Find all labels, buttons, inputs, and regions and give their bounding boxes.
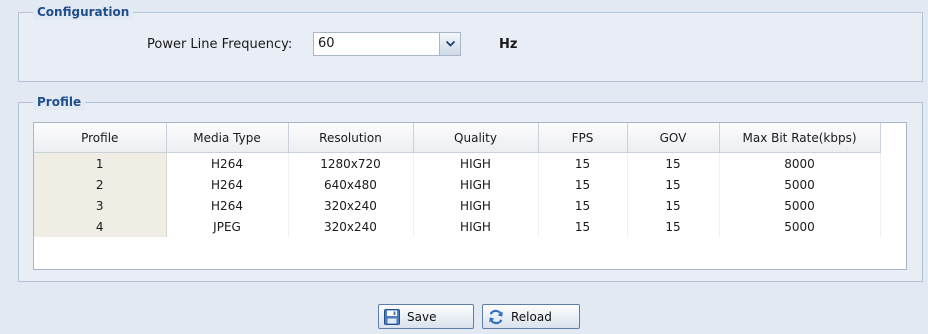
table-header-row: Profile Media Type Resolution Quality FP… [34, 123, 881, 153]
cell-gov: 15 [627, 152, 720, 174]
save-button-label: Save [407, 309, 437, 324]
cell-fps: 15 [538, 152, 628, 174]
cell-fps: 15 [538, 216, 628, 237]
reload-button[interactable]: Reload [482, 304, 580, 329]
table-row[interactable]: 1 H264 1280x720 HIGH 15 15 8000 [34, 152, 881, 174]
save-button[interactable]: Save [378, 304, 474, 329]
power-line-frequency-select[interactable]: 60 [313, 32, 461, 56]
frequency-unit: Hz [499, 37, 518, 52]
power-line-frequency-value: 60 [318, 36, 335, 51]
column-header-media-type[interactable]: Media Type [166, 123, 289, 153]
cell-profile: 3 [34, 195, 167, 216]
cell-media-type: H264 [166, 174, 289, 195]
configuration-legend: Configuration [33, 4, 134, 20]
cell-profile: 4 [34, 216, 167, 237]
cell-resolution: 320x240 [288, 216, 414, 237]
table-row[interactable]: 4 JPEG 320x240 HIGH 15 15 5000 [34, 216, 881, 237]
floppy-disk-icon [383, 308, 401, 326]
column-header-profile[interactable]: Profile [34, 123, 167, 153]
table-row[interactable]: 3 H264 320x240 HIGH 15 15 5000 [34, 195, 881, 216]
cell-quality: HIGH [413, 216, 539, 237]
cell-max-bit-rate: 5000 [719, 174, 881, 195]
column-header-fps[interactable]: FPS [538, 123, 628, 153]
column-header-quality[interactable]: Quality [413, 123, 539, 153]
cell-resolution: 320x240 [288, 195, 414, 216]
profile-table: Profile Media Type Resolution Quality FP… [34, 123, 881, 237]
cell-max-bit-rate: 8000 [719, 152, 881, 174]
cell-quality: HIGH [413, 195, 539, 216]
column-header-gov[interactable]: GOV [627, 123, 720, 153]
profile-fieldset: Profile Profile Media Type Resolution Qu… [18, 94, 923, 282]
cell-max-bit-rate: 5000 [719, 195, 881, 216]
profile-legend: Profile [33, 94, 86, 110]
cell-media-type: JPEG [166, 216, 289, 237]
refresh-icon [487, 308, 505, 326]
cell-quality: HIGH [413, 174, 539, 195]
cell-max-bit-rate: 5000 [719, 216, 881, 237]
cell-gov: 15 [627, 195, 720, 216]
cell-quality: HIGH [413, 152, 539, 174]
column-header-max-bit-rate[interactable]: Max Bit Rate(kbps) [719, 123, 881, 153]
configuration-fieldset: Configuration Power Line Frequency: 60 H… [18, 4, 923, 82]
cell-profile: 1 [34, 152, 167, 174]
cell-gov: 15 [627, 174, 720, 195]
cell-resolution: 1280x720 [288, 152, 414, 174]
cell-media-type: H264 [166, 152, 289, 174]
power-line-frequency-label: Power Line Frequency: [147, 37, 293, 52]
chevron-down-icon[interactable] [439, 33, 460, 55]
cell-fps: 15 [538, 174, 628, 195]
cell-profile: 2 [34, 174, 167, 195]
cell-media-type: H264 [166, 195, 289, 216]
profile-grid: Profile Media Type Resolution Quality FP… [33, 122, 907, 270]
table-row[interactable]: 2 H264 640x480 HIGH 15 15 5000 [34, 174, 881, 195]
cell-gov: 15 [627, 216, 720, 237]
reload-button-label: Reload [511, 309, 552, 324]
cell-resolution: 640x480 [288, 174, 414, 195]
column-header-resolution[interactable]: Resolution [288, 123, 414, 153]
cell-fps: 15 [538, 195, 628, 216]
